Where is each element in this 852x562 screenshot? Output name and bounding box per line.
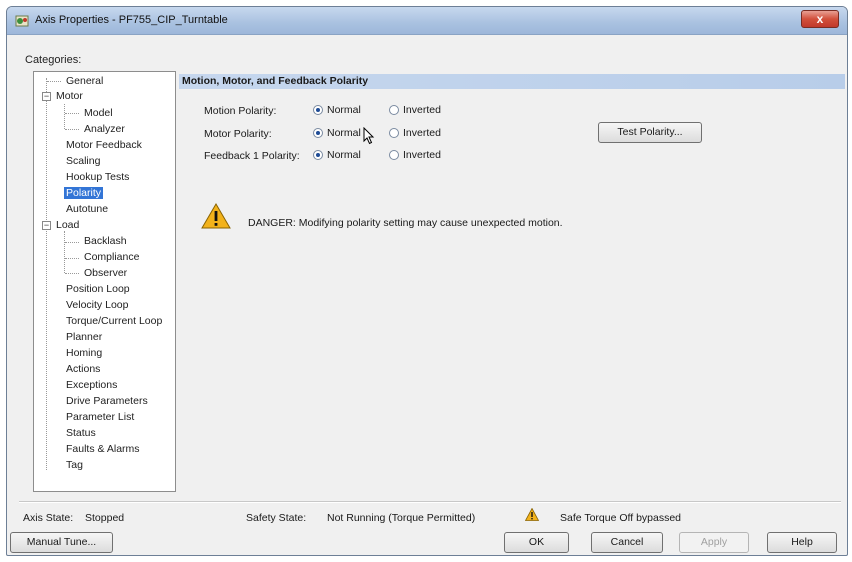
tree-item-exceptions[interactable]: Exceptions bbox=[64, 378, 119, 393]
tree-item-load[interactable]: Load bbox=[54, 218, 81, 233]
tree-item-torque-current-loop[interactable]: Torque/Current Loop bbox=[64, 314, 164, 329]
radio-unchecked-icon bbox=[389, 105, 399, 115]
categories-tree[interactable]: General − Motor Model Analyzer Motor Fee… bbox=[33, 71, 176, 492]
feedback-1-polarity-normal-radio[interactable]: Normal bbox=[313, 149, 361, 161]
close-button[interactable]: x bbox=[801, 10, 839, 28]
tree-item-general[interactable]: General bbox=[64, 74, 105, 89]
cancel-button[interactable]: Cancel bbox=[591, 532, 663, 553]
tree-item-polarity[interactable]: Polarity bbox=[64, 186, 104, 201]
tree-connector bbox=[46, 78, 47, 470]
motion-polarity-inverted-radio[interactable]: Inverted bbox=[389, 104, 441, 116]
help-button[interactable]: Help bbox=[767, 532, 837, 553]
title-bar[interactable]: Axis Properties - PF755_CIP_Turntable x bbox=[7, 7, 847, 35]
tree-item-observer[interactable]: Observer bbox=[82, 266, 129, 281]
safe-torque-warning-icon bbox=[525, 508, 539, 521]
tree-item-faults-alarms[interactable]: Faults & Alarms bbox=[64, 442, 142, 457]
tree-connector bbox=[65, 129, 79, 130]
radio-checked-icon bbox=[313, 150, 323, 160]
status-separator bbox=[19, 501, 841, 503]
tree-item-model[interactable]: Model bbox=[82, 106, 115, 121]
tree-item-planner[interactable]: Planner bbox=[64, 330, 104, 345]
mouse-cursor-icon bbox=[363, 127, 375, 145]
collapse-load-icon[interactable]: − bbox=[42, 221, 51, 230]
tree-item-autotune[interactable]: Autotune bbox=[64, 202, 110, 217]
tree-connector bbox=[64, 104, 65, 129]
tree-item-drive-parameters[interactable]: Drive Parameters bbox=[64, 394, 150, 409]
motor-polarity-label: Motor Polarity: bbox=[204, 128, 272, 140]
motor-polarity-normal-radio[interactable]: Normal bbox=[313, 127, 361, 139]
motor-polarity-inverted-radio[interactable]: Inverted bbox=[389, 127, 441, 139]
tree-item-status[interactable]: Status bbox=[64, 426, 98, 441]
tree-connector bbox=[65, 273, 79, 274]
axis-properties-icon bbox=[15, 15, 29, 27]
section-header: Motion, Motor, and Feedback Polarity bbox=[179, 74, 845, 89]
tree-item-analyzer[interactable]: Analyzer bbox=[82, 122, 127, 137]
tree-item-homing[interactable]: Homing bbox=[64, 346, 104, 361]
tree-item-position-loop[interactable]: Position Loop bbox=[64, 282, 132, 297]
safety-state-value: Not Running (Torque Permitted) bbox=[327, 512, 476, 524]
tree-item-hookup-tests[interactable]: Hookup Tests bbox=[64, 170, 131, 185]
categories-label: Categories: bbox=[25, 54, 82, 66]
test-polarity-button[interactable]: Test Polarity... bbox=[598, 122, 702, 143]
tree-item-scaling[interactable]: Scaling bbox=[64, 154, 102, 169]
radio-unchecked-icon bbox=[389, 128, 399, 138]
tree-item-motor[interactable]: Motor bbox=[54, 89, 85, 104]
tree-item-compliance[interactable]: Compliance bbox=[82, 250, 141, 265]
axis-state-value: Stopped bbox=[85, 512, 125, 524]
feedback-1-polarity-label: Feedback 1 Polarity: bbox=[204, 150, 300, 162]
radio-checked-icon bbox=[313, 105, 323, 115]
window-title: Axis Properties - PF755_CIP_Turntable bbox=[35, 14, 228, 26]
collapse-motor-icon[interactable]: − bbox=[42, 92, 51, 101]
danger-message: DANGER: Modifying polarity setting may c… bbox=[248, 217, 563, 229]
tree-connector bbox=[65, 258, 79, 259]
radio-checked-icon bbox=[313, 128, 323, 138]
ok-button[interactable]: OK bbox=[504, 532, 569, 553]
safe-torque-off-status: Safe Torque Off bypassed bbox=[560, 512, 682, 524]
manual-tune-button[interactable]: Manual Tune... bbox=[10, 532, 113, 553]
tree-item-velocity-loop[interactable]: Velocity Loop bbox=[64, 298, 130, 313]
tree-item-motor-feedback[interactable]: Motor Feedback bbox=[64, 138, 144, 153]
tree-item-tag[interactable]: Tag bbox=[64, 458, 85, 473]
tree-connector bbox=[65, 113, 79, 114]
tree-item-actions[interactable]: Actions bbox=[64, 362, 102, 377]
apply-button[interactable]: Apply bbox=[679, 532, 749, 553]
tree-connector bbox=[65, 242, 79, 243]
radio-unchecked-icon bbox=[389, 150, 399, 160]
tree-item-backlash[interactable]: Backlash bbox=[82, 234, 129, 249]
axis-state-label: Axis State: bbox=[23, 512, 74, 524]
motion-polarity-normal-radio[interactable]: Normal bbox=[313, 104, 361, 116]
motion-polarity-label: Motion Polarity: bbox=[204, 105, 277, 117]
tree-connector bbox=[64, 231, 65, 273]
axis-properties-window: Axis Properties - PF755_CIP_Turntable x … bbox=[6, 6, 848, 556]
feedback-1-polarity-inverted-radio[interactable]: Inverted bbox=[389, 149, 441, 161]
tree-item-parameter-list[interactable]: Parameter List bbox=[64, 410, 136, 425]
tree-connector bbox=[47, 81, 61, 82]
safety-state-label: Safety State: bbox=[246, 512, 307, 524]
danger-warning-icon bbox=[201, 203, 231, 229]
